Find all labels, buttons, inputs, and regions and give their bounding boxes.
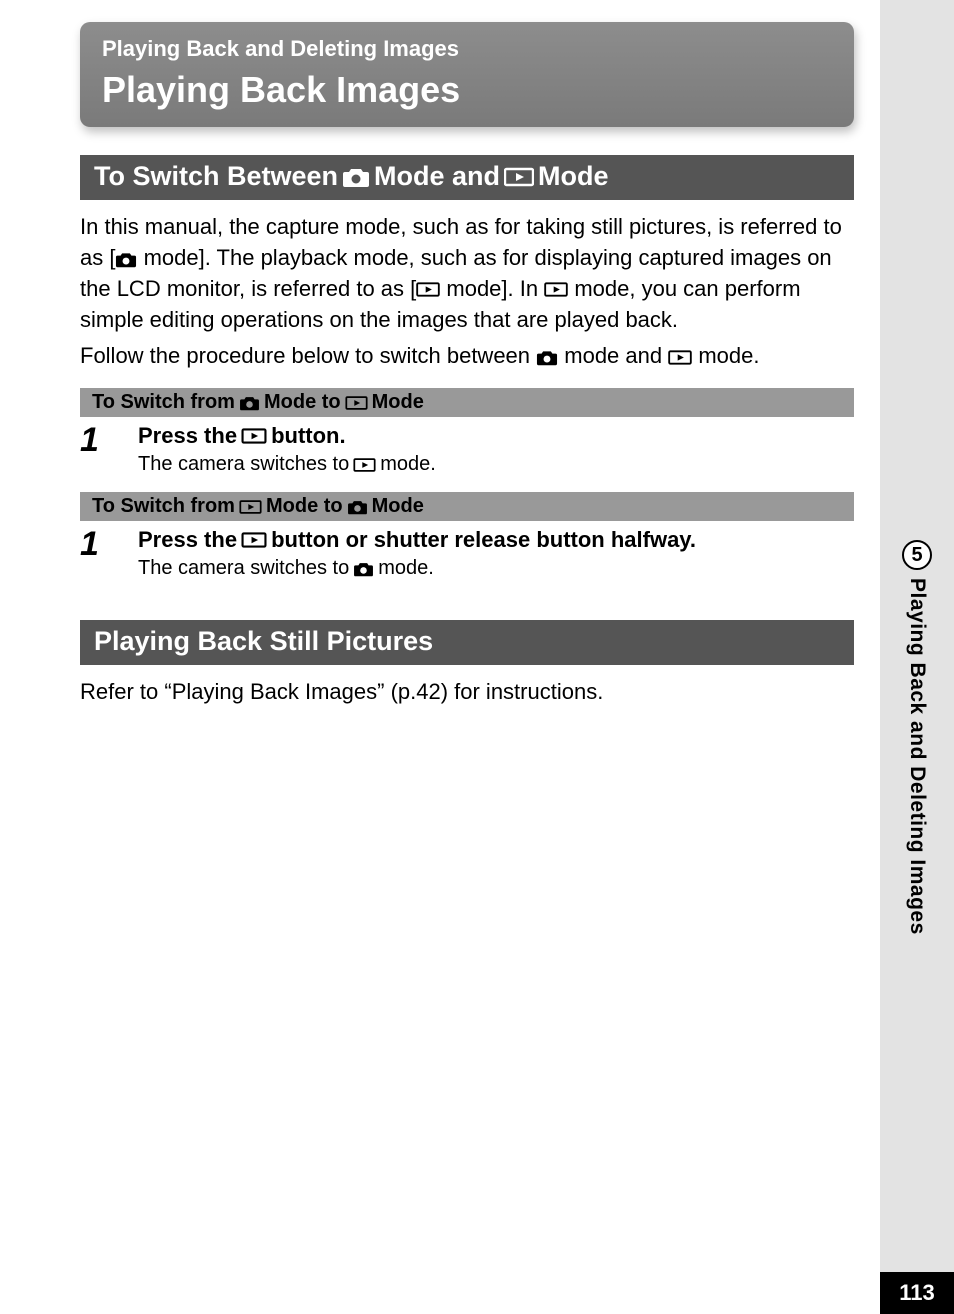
result-text: The camera switches to — [138, 557, 349, 580]
title-eyebrow: Playing Back and Deleting Images — [102, 36, 832, 62]
step-number: 1 — [80, 423, 102, 457]
chapter-tab: 5 Playing Back and Deleting Images — [902, 540, 932, 935]
camera-icon — [342, 166, 370, 188]
instr-text: Press the — [138, 423, 237, 449]
playback-icon — [504, 166, 534, 188]
camera-icon — [353, 561, 374, 577]
subheading-text: To Switch from — [92, 495, 235, 518]
para-text: mode. — [692, 343, 759, 368]
subheading-text: To Switch from — [92, 391, 235, 414]
step-instruction: Press the button. — [138, 423, 854, 449]
page-number: 113 — [880, 1272, 954, 1314]
playback-icon — [241, 531, 267, 549]
playback-icon — [416, 281, 440, 298]
camera-icon — [536, 349, 558, 366]
step-number: 1 — [80, 527, 102, 561]
step-result: The camera switches to mode. — [138, 453, 854, 476]
subheading-text: Mode — [372, 391, 424, 414]
step-instruction: Press the button or shutter release butt… — [138, 527, 854, 553]
chapter-number-badge: 5 — [902, 540, 932, 570]
intro-paragraph: In this manual, the capture mode, such a… — [80, 212, 854, 335]
step-result: The camera switches to mode. — [138, 557, 854, 580]
playback-icon — [544, 281, 568, 298]
instr-text: button. — [271, 423, 346, 449]
heading-text: Playing Back Still Pictures — [94, 626, 433, 657]
chapter-title-vertical: Playing Back and Deleting Images — [905, 578, 929, 935]
result-text: The camera switches to — [138, 453, 349, 476]
playback-icon — [353, 457, 376, 473]
page-title: Playing Back Images — [102, 68, 832, 111]
instr-text: Press the — [138, 527, 237, 553]
manual-page: 5 Playing Back and Deleting Images 113 P… — [0, 0, 954, 1314]
section-heading-still-pictures: Playing Back Still Pictures — [80, 620, 854, 665]
section-heading-switch-modes: To Switch Between Mode and Mode — [80, 155, 854, 200]
playback-icon — [239, 499, 262, 515]
playback-icon — [668, 349, 692, 366]
camera-icon — [115, 251, 137, 268]
result-text: mode. — [380, 453, 436, 476]
para-text: mode and — [558, 343, 668, 368]
step-body: Press the button. The camera switches to… — [138, 423, 854, 476]
right-margin-bar: 5 Playing Back and Deleting Images 113 — [880, 0, 954, 1314]
playback-icon — [345, 395, 368, 411]
step-row: 1 Press the button. The camera switches … — [80, 423, 854, 476]
para-text: mode]. In — [440, 276, 544, 301]
playback-icon — [241, 427, 267, 445]
result-text: mode. — [378, 557, 434, 580]
title-box: Playing Back and Deleting Images Playing… — [80, 22, 854, 127]
subheading-playback-to-camera: To Switch from Mode to Mode — [80, 492, 854, 521]
heading-text: Mode and — [374, 161, 500, 192]
instr-text: button or shutter release button halfway… — [271, 527, 696, 553]
subheading-camera-to-playback: To Switch from Mode to Mode — [80, 388, 854, 417]
camera-icon — [239, 395, 260, 411]
step-row: 1 Press the button or shutter release bu… — [80, 527, 854, 580]
heading-text: Mode — [538, 161, 609, 192]
heading-text: To Switch Between — [94, 161, 338, 192]
subheading-text: Mode to — [264, 391, 341, 414]
camera-icon — [347, 499, 368, 515]
page-content: Playing Back and Deleting Images Playing… — [80, 22, 854, 714]
para-text: Follow the procedure below to switch bet… — [80, 343, 536, 368]
subheading-text: Mode to — [266, 495, 343, 518]
step-body: Press the button or shutter release butt… — [138, 527, 854, 580]
subheading-text: Mode — [372, 495, 424, 518]
follow-paragraph: Follow the procedure below to switch bet… — [80, 341, 854, 372]
section2-body: Refer to “Playing Back Images” (p.42) fo… — [80, 677, 854, 708]
